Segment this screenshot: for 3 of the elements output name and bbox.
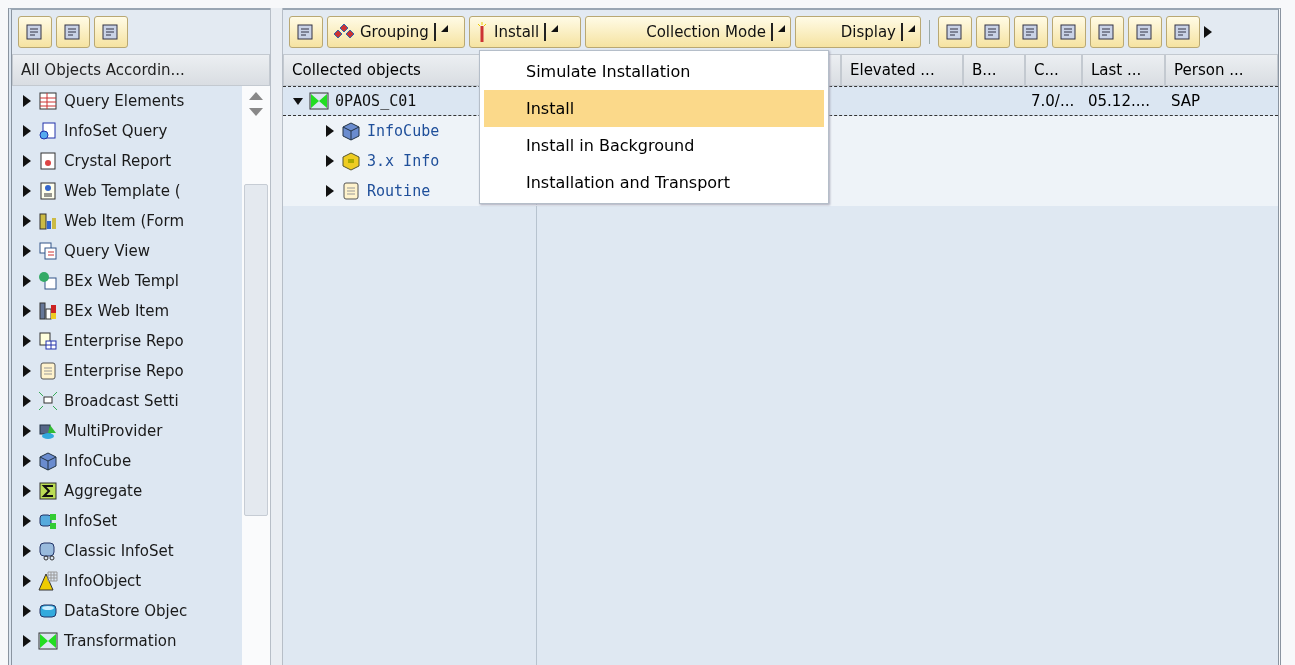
table-cell-text: 05.12....	[1087, 92, 1151, 110]
table-cell-text: SAP	[1170, 92, 1202, 110]
table-cell-text: 7.0/...	[1030, 92, 1076, 110]
